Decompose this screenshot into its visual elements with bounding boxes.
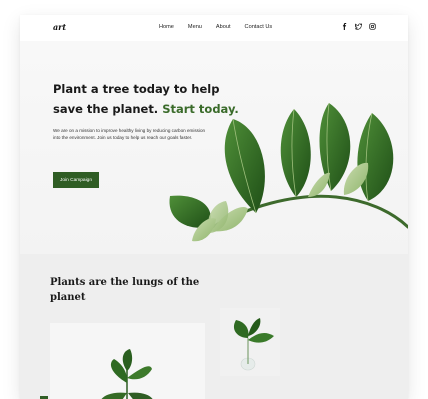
logo[interactable]: art	[53, 22, 66, 32]
lungs-section: Plants are the lungs of the planet	[20, 254, 408, 399]
nav-link-about[interactable]: About	[216, 24, 231, 30]
section-title: Plants are the lungs of the planet	[50, 277, 200, 303]
instagram-icon[interactable]	[369, 23, 376, 30]
nav-link-contact[interactable]: Contact Us	[245, 24, 273, 30]
nav-link-menu[interactable]: Menu	[188, 24, 202, 30]
facebook-icon[interactable]	[341, 23, 348, 30]
top-nav: art Home Menu About Contact Us	[20, 15, 408, 41]
join-campaign-button[interactable]: Join Campaign	[53, 172, 99, 188]
twitter-icon[interactable]	[355, 23, 362, 30]
social-links	[341, 23, 376, 30]
hero-section: Plant a tree today to help save the plan…	[20, 41, 408, 254]
nav-links: Home Menu About Contact Us	[159, 24, 272, 30]
potted-plant-image	[50, 323, 205, 399]
nav-link-home[interactable]: Home	[159, 24, 174, 30]
plant-branch-image	[169, 102, 408, 242]
vase-plant-image	[220, 308, 280, 376]
landing-page: art Home Menu About Contact Us Plant a t…	[20, 15, 408, 399]
